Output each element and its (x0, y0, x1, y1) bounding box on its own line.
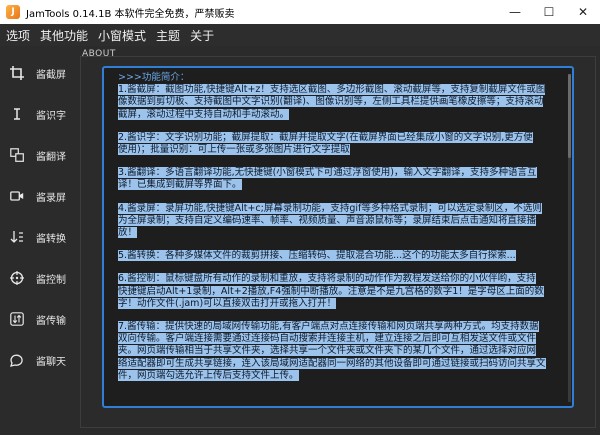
feature-line: 1.酱截屏：截图功能,快捷键Alt+z！支持选区截图、多边形截图、滚动截屏等，支… (118, 84, 546, 96)
sidebar-item-label: 酱截屏 (36, 69, 66, 81)
sidebar-item-label: 酱识字 (36, 110, 66, 122)
app-logo-icon: J (6, 5, 20, 19)
sidebar: 酱截屏 酱识字 酱翻译 酱录屏 酱转换 酱控制 酱传输 酱聊天 (0, 47, 80, 435)
feature-line: 为全屏录制；支持自定义编码速率、帧率、视频质量、声音源鼠标等；录屏结束后点击通知… (118, 214, 537, 226)
sidebar-item-chat[interactable]: 酱聊天 (0, 345, 80, 375)
menu-bar: 选项 其他功能 小窗模式 主题 关于 (0, 24, 600, 46)
maximize-button[interactable]: ☐ (532, 0, 566, 24)
feature-line: 夹。网页端传输相当于共享文件夹，选择共享一个文件夹或文件夹下的某几个文件，通过选… (118, 345, 537, 357)
feature-line: 3.酱翻译：多语言翻译功能,无快捷键(小窗模式下可通过浮窗使用)，输入文字翻译，… (118, 167, 537, 179)
feature-line: 件，网页端勾选允许上传后支持文件上传。 (118, 369, 299, 381)
scrollbar-thumb[interactable] (568, 74, 571, 158)
minimize-button[interactable]: — (498, 0, 532, 24)
window-title: JamTools 0.14.1B 本软件完全免费，严禁贩卖 (26, 8, 235, 20)
convert-icon (10, 230, 24, 244)
feature-line: 6.酱控制：鼠标键盘所有动作的录制和重放，支持将录制的动作作为教程发送给你的小伙… (118, 273, 536, 285)
sidebar-item-screenshot[interactable]: 酱截屏 (0, 58, 80, 88)
sidebar-item-control[interactable]: 酱控制 (0, 263, 80, 293)
feature-line: 像数据到剪切板、支持截图中文字识别(翻译)、图像识别等，左侧工具栏提供画笔橡皮擦… (118, 96, 544, 108)
feature-paragraph: 6.酱控制：鼠标键盘所有动作的录制和重放，支持将录制的动作作为教程发送给你的小伙… (118, 273, 558, 310)
feature-line: 2.酱识字：文字识别功能；截屏提取：截屏并提取文字(在截屏界面已经集成小窗的文字… (118, 131, 533, 143)
target-icon (10, 271, 24, 285)
feature-paragraph: 1.酱截屏：截图功能,快捷键Alt+z！支持选区截图、多边形截图、滚动截屏等，支… (118, 84, 558, 121)
sidebar-item-label: 酱录屏 (36, 192, 66, 204)
feature-paragraph: 5.酱转换：各种多媒体文件的裁剪拼接、压缩转码、提取混合功能...这个的功能太多… (118, 250, 558, 262)
sidebar-item-transfer[interactable]: 酱传输 (0, 304, 80, 334)
feature-line: 译！已集成到截屏等界面下。 (118, 179, 242, 191)
sidebar-item-label: 酱控制 (36, 274, 66, 286)
sidebar-item-label: 酱聊天 (36, 356, 66, 368)
feature-paragraph: 2.酱识字：文字识别功能；截屏提取：截屏并提取文字(在截屏界面已经集成小窗的文字… (118, 131, 558, 156)
sidebar-item-label: 酱翻译 (36, 151, 66, 163)
sidebar-item-label: 酱转换 (36, 233, 66, 245)
feature-paragraph: 4.酱录屏：录屏功能,快捷键Alt+c;屏幕录制功能，支持gif等多种格式录制；… (118, 202, 558, 240)
feature-line: 4.酱录屏：录屏功能,快捷键Alt+c;屏幕录制功能，支持gif等多种格式录制；… (118, 202, 542, 214)
video-camera-icon (10, 189, 24, 203)
text-cursor-icon (10, 107, 24, 121)
feature-line: 快捷键启动Alt+1录制，Alt+2播放,F4强制中断播放。注意是不是九宫格的数… (118, 285, 544, 297)
feature-line: 7.酱传输：提供快速的局域网传输功能,有客户端点对点连接传输和网页端共享两种方式… (118, 321, 539, 333)
feature-paragraph: 3.酱翻译：多语言翻译功能,无快捷键(小窗模式下可通过浮窗使用)，输入文字翻译，… (118, 167, 558, 191)
title-bar: J JamTools 0.14.1B 本软件完全免费，严禁贩卖 — ☐ ✕ (0, 0, 600, 24)
menu-mini-mode[interactable]: 小窗模式 (98, 27, 146, 44)
sidebar-item-convert[interactable]: 酱转换 (0, 222, 80, 252)
transfer-icon (10, 312, 24, 326)
menu-about[interactable]: 关于 (190, 27, 214, 44)
translate-icon (10, 148, 24, 162)
menu-theme[interactable]: 主题 (156, 27, 180, 44)
feature-line: 放！ (118, 227, 138, 239)
sidebar-item-ocr[interactable]: 酱识字 (0, 99, 80, 129)
about-text-content: >>>功能简介： 1.酱截屏：截图功能,快捷键Alt+z！支持选区截图、多边形截… (118, 72, 558, 393)
about-heading: >>>功能简介： (118, 72, 190, 83)
feature-line: 双向传输。客户端连接需要通过连接码自动搜索并连接主机，建立连接之后即可互相发送文… (118, 333, 537, 345)
feature-line: 5.酱转换：各种多媒体文件的裁剪拼接、压缩转码、提取混合功能...这个的功能太多… (118, 250, 516, 262)
menu-options[interactable]: 选项 (6, 27, 30, 44)
feature-line: 络适配器即可生成共享链接，连入该局域网适配器同一网络的其他设备即可通过链接或扫码… (118, 357, 546, 369)
feature-line: 使用)；批量识别：可上传一张或多张图片进行文字提取 (118, 144, 350, 156)
sidebar-item-record[interactable]: 酱录屏 (0, 181, 80, 211)
about-text-area[interactable]: >>>功能简介： 1.酱截屏：截图功能,快捷键Alt+z！支持选区截图、多边形截… (102, 66, 574, 408)
feature-paragraph: 7.酱传输：提供快速的局域网传输功能,有客户端点对点连接传输和网页端共享两种方式… (118, 321, 558, 382)
close-button[interactable]: ✕ (566, 0, 600, 24)
vertical-scrollbar[interactable] (568, 74, 571, 402)
menu-other-features[interactable]: 其他功能 (40, 27, 88, 44)
window-controls: — ☐ ✕ (498, 0, 600, 24)
crop-icon (10, 66, 24, 80)
feature-line: 字！动作文件(.jam)可以直接双击打开或拖入打开！ (118, 297, 337, 309)
sidebar-item-translate[interactable]: 酱翻译 (0, 140, 80, 170)
feature-line: 截屏，滚动过程中支持自动和手动滚动。 (118, 108, 290, 120)
chat-icon (10, 353, 24, 367)
sidebar-item-label: 酱传输 (36, 315, 66, 327)
